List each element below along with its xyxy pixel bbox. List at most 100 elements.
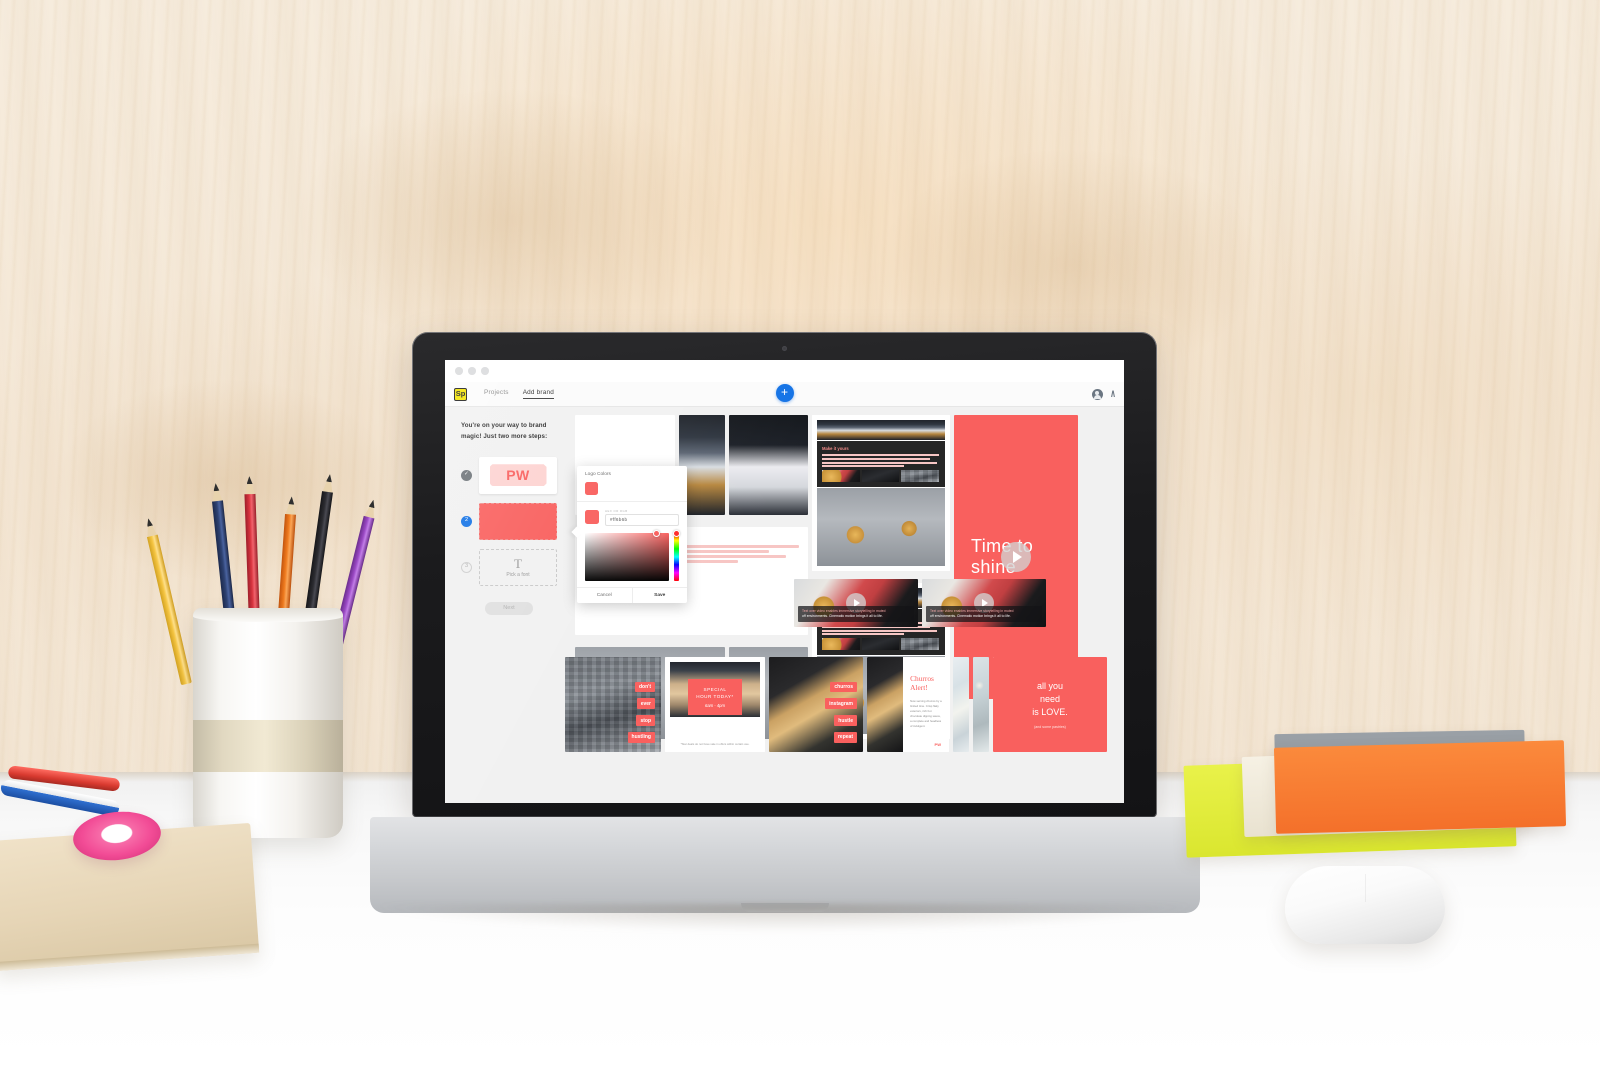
picker-gradient-area [577, 529, 687, 587]
special-hour-box: SPECIAL HOUR TODAY* 6am - 4pm [688, 679, 742, 715]
spark-application: Sp Projects Add brand + /\ You're on you… [445, 360, 1124, 803]
window-maximize-dot[interactable] [481, 367, 489, 375]
make-card-thumbs [822, 638, 940, 650]
thumb [822, 638, 860, 650]
text-bar [822, 457, 930, 460]
brand-color-swatch-card[interactable] [479, 502, 557, 540]
picker-swatch-row [577, 477, 687, 502]
sticky-note-stack [1183, 718, 1567, 858]
webcam [782, 346, 787, 351]
step-logo[interactable]: ✓ PW [461, 456, 557, 494]
add-new-button[interactable]: + [775, 384, 794, 402]
step-color[interactable]: 2 [461, 502, 557, 540]
template-tile-flowers-sliver[interactable] [973, 657, 989, 752]
picker-edit-row: HEX OR RGB #ff6b6b [577, 502, 687, 531]
nav-link-projects[interactable]: Projects [484, 389, 509, 399]
video-caption-1: Text over video enables immersive storyt… [798, 605, 914, 622]
template-tile-churros-alert[interactable]: Churros Alert! Now serving churros by a … [867, 657, 949, 752]
next-button[interactable]: Next [485, 601, 533, 615]
saturation-handle[interactable] [653, 529, 660, 537]
laptop-screen: Sp Projects Add brand + /\ You're on you… [445, 360, 1124, 803]
caption-line: off environments. Cinematic motion bring… [930, 613, 1011, 618]
hue-handle[interactable] [673, 530, 680, 538]
make-card-bottom-photo [817, 488, 945, 566]
pick-font-label: Pick a font [506, 571, 530, 578]
churros-photo [867, 657, 904, 752]
special-hour-card: SPECIAL HOUR TODAY* 6am - 4pm *Star deal… [665, 657, 765, 752]
save-button[interactable]: Save [631, 587, 688, 603]
special-line-3: 6am - 4pm [704, 702, 725, 708]
love-subtitle: (and some pastries) [1034, 725, 1066, 730]
user-avatar-icon[interactable] [1091, 388, 1103, 400]
laptop-lid: Sp Projects Add brand + /\ You're on you… [412, 332, 1157, 817]
make-card-thumbs [822, 470, 940, 482]
logo-color-swatch[interactable] [585, 482, 598, 495]
instagram-tag-list: churros instagram hustle repeat [825, 681, 857, 743]
cancel-button[interactable]: Cancel [577, 588, 632, 603]
play-icon[interactable] [1001, 542, 1031, 572]
nav-link-add-brand[interactable]: Add brand [522, 389, 554, 400]
spark-logo-icon[interactable]: Sp [454, 387, 467, 401]
churros-title-line-2: Alert! [910, 683, 928, 693]
template-tile-pastel-sliver[interactable] [953, 657, 969, 752]
magic-mouse[interactable] [1285, 866, 1445, 944]
logo-pw-badge: PW [489, 464, 547, 487]
hustle-tag: stop [636, 715, 655, 727]
template-tile-special-hour[interactable]: SPECIAL HOUR TODAY* 6am - 4pm *Star deal… [665, 657, 765, 752]
current-color-swatch [585, 510, 599, 525]
template-tile-hustle[interactable]: don't ever stop hustling [565, 657, 661, 752]
template-tile-staff-photo[interactable] [729, 415, 808, 515]
mouse-seam [1364, 874, 1366, 902]
instagram-tag: churros [830, 681, 857, 693]
hustle-tag: don't [634, 681, 655, 693]
special-line-1: SPECIAL [703, 687, 727, 692]
text-bar [822, 461, 937, 464]
thumb [822, 470, 860, 482]
cup-cork-band [193, 720, 343, 772]
thumb [901, 638, 940, 650]
template-tile-make-it-yours-1[interactable]: Make it yours [812, 415, 950, 571]
adobe-logo-icon[interactable]: /\ [1111, 389, 1115, 399]
text-bar [822, 629, 937, 632]
logo-preview-card[interactable]: PW [479, 456, 557, 494]
hex-input[interactable]: #ff6b6b [605, 514, 679, 526]
churros-alert-card: Churros Alert! Now serving churros by a … [867, 657, 949, 752]
hustle-tag-list: don't ever stop hustling [627, 681, 655, 743]
steps-list: ✓ PW 2 3 T Pick a font [461, 456, 557, 586]
love-line-3: is LOVE. [1032, 707, 1068, 718]
desk-scene: Sp Projects Add brand + /\ You're on you… [0, 0, 1600, 1067]
text-bar [822, 454, 939, 456]
instagram-tag: repeat [833, 732, 857, 743]
laptop-drop-shadow [380, 904, 1190, 932]
window-close-dot[interactable] [455, 367, 463, 375]
churros-body: Now serving churros by a limited time. C… [910, 698, 942, 728]
special-footnote: *Star deals do not have sale in offers w… [680, 741, 750, 746]
pencil-group [175, 470, 365, 690]
app-top-nav: Sp Projects Add brand + /\ [445, 382, 1124, 407]
instagram-tag: hustle [834, 715, 857, 727]
thumb [901, 470, 940, 482]
make-card-bars [822, 454, 939, 468]
pick-font-card[interactable]: T Pick a font [479, 548, 557, 586]
love-line-1: all you [1036, 680, 1063, 691]
pencil-cup [193, 608, 343, 838]
text-bar [822, 465, 904, 468]
font-glyph-icon: T [514, 555, 522, 571]
hustle-tag: ever [636, 698, 655, 710]
template-tile-video-2[interactable]: Text over video enables immersive storyt… [922, 579, 1046, 627]
caption-line: off environments. Cinematic motion bring… [802, 613, 883, 618]
picker-title: Logo Colors [585, 472, 611, 477]
brand-setup-panel: You're on your way to brand magic! Just … [445, 407, 571, 803]
churros-text-block: Churros Alert! Now serving churros by a … [903, 657, 949, 752]
churros-title-line-1: Churros [910, 674, 934, 683]
window-minimize-dot[interactable] [468, 367, 476, 375]
love-line-2: need [1039, 693, 1061, 704]
hue-slider[interactable] [673, 530, 680, 581]
template-tile-all-you-need-love[interactable]: all you need is LOVE. (and some pastries… [993, 657, 1107, 752]
template-tile-video-1[interactable]: Text over video enables immersive storyt… [794, 579, 918, 627]
step-2-bullet: 2 [461, 515, 472, 527]
video-caption-2: Text over video enables immersive storyt… [926, 605, 1042, 622]
template-tile-instagram-tags[interactable]: churros instagram hustle repeat [769, 657, 863, 752]
step-font[interactable]: 3 T Pick a font [461, 548, 557, 586]
saturation-value-field[interactable] [585, 529, 669, 581]
